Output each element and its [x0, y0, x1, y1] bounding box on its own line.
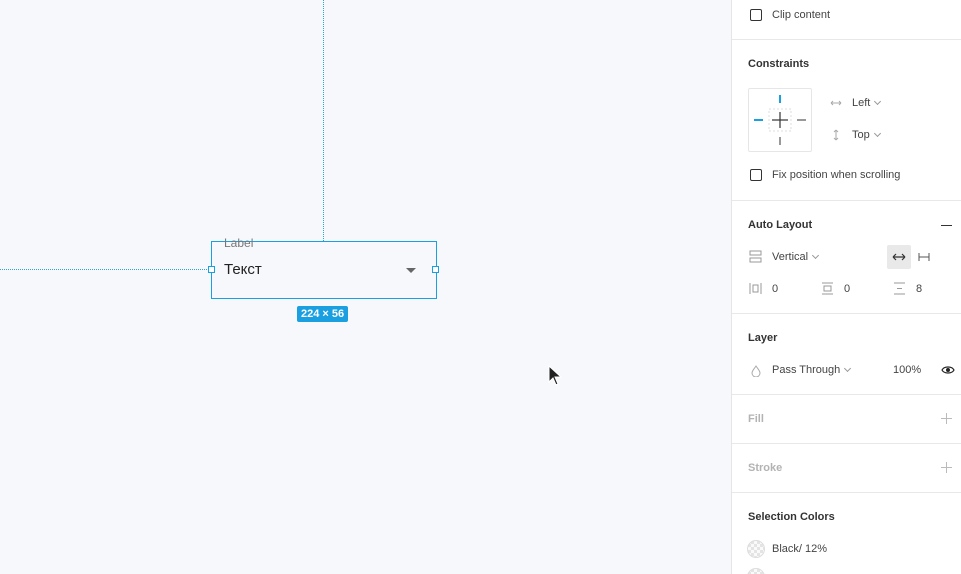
- constraints-diagram-icon: [754, 95, 806, 145]
- layer-title: Layer: [748, 332, 778, 344]
- layer-section: Layer Pass Through 100%: [732, 314, 961, 395]
- eye-icon[interactable]: [941, 365, 955, 375]
- dropdown-arrow-icon: [406, 268, 416, 273]
- add-fill-icon[interactable]: [941, 413, 952, 424]
- fix-position-checkbox[interactable]: [750, 169, 762, 181]
- selection-colors-section: Selection Colors Black/ 12%: [732, 493, 961, 574]
- vertical-guide-line: [323, 0, 324, 241]
- stroke-title: Stroke: [748, 462, 783, 474]
- add-stroke-icon[interactable]: [941, 462, 952, 473]
- blend-mode-icon: [751, 365, 761, 377]
- blend-mode-value: Pass Through: [772, 364, 841, 376]
- direction-value: Vertical: [772, 251, 809, 263]
- horizontal-constraint-value: Left: [852, 97, 871, 109]
- hug-width-toggle[interactable]: [887, 245, 911, 269]
- vertical-constraint-select[interactable]: Top: [852, 129, 881, 141]
- vertical-arrows-icon: [833, 129, 839, 141]
- horizontal-guide-line: [0, 269, 211, 270]
- vertical-padding-icon: [822, 282, 833, 295]
- design-canvas[interactable]: Label Текст 224 × 56: [0, 0, 731, 574]
- constraints-section: Constraints Left Top Fix position when s…: [732, 40, 961, 201]
- constraints-title: Constraints: [748, 58, 810, 70]
- resize-handle-left[interactable]: [208, 266, 215, 273]
- resize-handle-right[interactable]: [432, 266, 439, 273]
- direction-select[interactable]: Vertical: [772, 251, 820, 263]
- fill-title: Fill: [748, 413, 764, 425]
- fix-position-label: Fix position when scrolling: [772, 169, 901, 181]
- field-value-text: Текст: [224, 261, 262, 278]
- auto-layout-title: Auto Layout: [748, 219, 813, 231]
- mouse-cursor-icon: [548, 365, 563, 386]
- vertical-direction-icon: [749, 250, 762, 263]
- size-badge: 224 × 56: [297, 306, 349, 322]
- constraints-widget[interactable]: [748, 88, 812, 152]
- selection-color-label[interactable]: Black/ 12%: [772, 543, 827, 555]
- remove-auto-layout-icon[interactable]: [941, 225, 952, 226]
- horizontal-resize-icon: [892, 253, 906, 261]
- chevron-down-icon: [874, 97, 882, 106]
- color-swatch[interactable]: [747, 540, 765, 558]
- blend-mode-select[interactable]: Pass Through: [772, 364, 852, 376]
- chevron-down-icon: [873, 129, 881, 138]
- fill-section: Fill: [732, 395, 961, 444]
- clip-content-checkbox[interactable]: [750, 9, 762, 21]
- horizontal-padding-value[interactable]: 0: [772, 283, 778, 295]
- fixed-width-icon[interactable]: [918, 252, 930, 262]
- selection-colors-title: Selection Colors: [748, 511, 835, 523]
- layer-opacity-value[interactable]: 100%: [893, 364, 921, 376]
- stroke-section: Stroke: [732, 444, 961, 493]
- chevron-down-icon: [812, 251, 820, 260]
- vertical-constraint-value: Top: [852, 129, 870, 141]
- item-spacing-value[interactable]: 8: [916, 283, 922, 295]
- field-label-text: Label: [224, 236, 254, 250]
- design-properties-panel: Clip content Constraints Left Top Fix po…: [731, 0, 961, 574]
- item-spacing-icon: [894, 282, 905, 295]
- clip-content-label: Clip content: [772, 9, 831, 21]
- clip-content-section: Clip content: [732, 0, 961, 40]
- horizontal-constraint-select[interactable]: Left: [852, 97, 882, 109]
- auto-layout-section: Auto Layout Vertical 0 0 8: [732, 201, 961, 314]
- horizontal-padding-icon: [749, 283, 762, 294]
- horizontal-arrows-icon: [830, 100, 842, 106]
- chevron-down-icon: [844, 364, 852, 373]
- color-swatch[interactable]: [747, 568, 765, 574]
- vertical-padding-value[interactable]: 0: [844, 283, 850, 295]
